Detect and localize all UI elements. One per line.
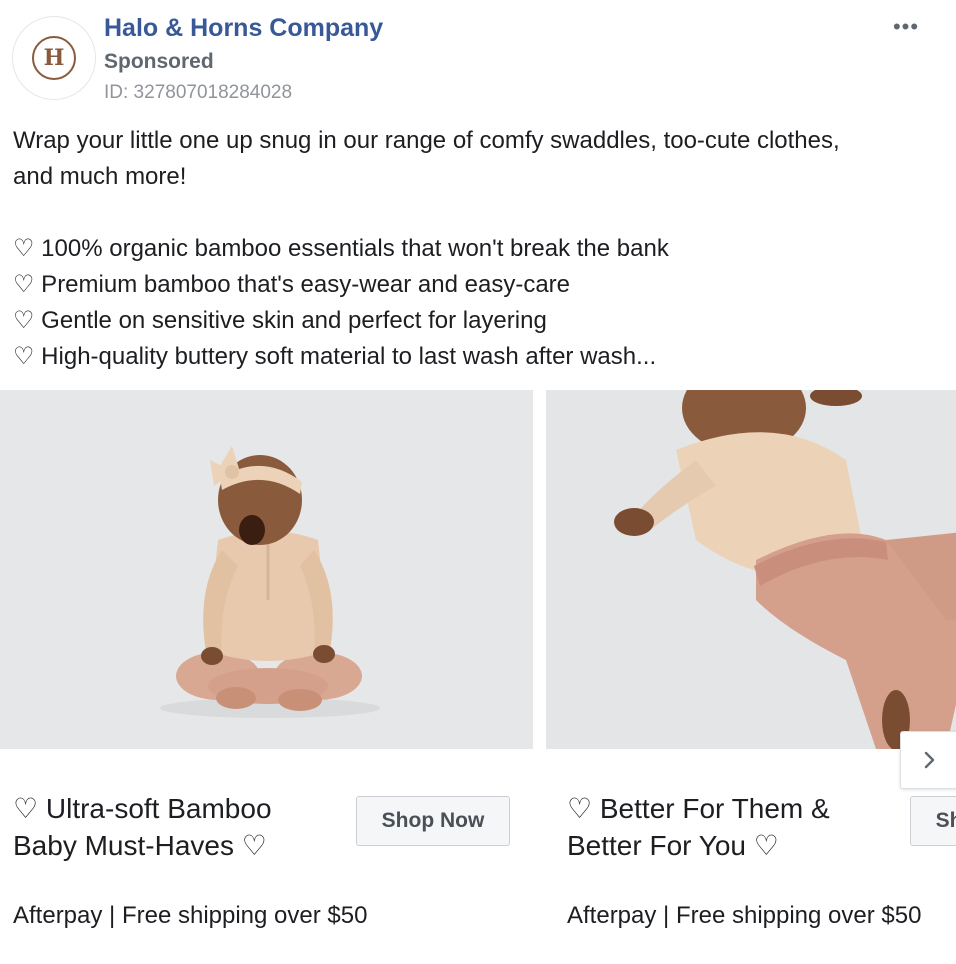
bullet-item: ♡ Premium bamboo that's easy-wear and ea… [13, 271, 571, 298]
card-headline-line: ♡ Ultra-soft Bamboo [13, 793, 272, 824]
bullet-item: ♡ 100% organic bamboo essentials that wo… [13, 235, 669, 262]
card-description: Afterpay | Free shipping over $50 [13, 902, 368, 929]
body-line: and much more! [13, 163, 187, 190]
card-description: Afterpay | Free shipping over $50 [567, 902, 922, 929]
bullet-item: ♡ Gentle on sensitive skin and perfect f… [13, 307, 547, 334]
card-headline-line: ♡ Better For Them & [567, 793, 830, 824]
page-avatar[interactable]: H [12, 16, 96, 100]
ad-id: ID: 327807018284028 [104, 82, 293, 103]
carousel-card[interactable]: ♡ Better For Them & Better For You ♡ Sho… [546, 390, 956, 964]
card-headline-line: Baby Must-Haves ♡ [13, 830, 267, 861]
halo-horns-logo-icon: H [32, 36, 76, 80]
more-options-icon[interactable]: ••• [888, 16, 924, 44]
body-line: Wrap your little one up snug in our rang… [13, 127, 840, 154]
product-photo-baby-crawling[interactable] [546, 390, 956, 749]
shop-now-button[interactable]: Shop Now [910, 796, 956, 846]
bullet-item: ♡ High-quality buttery soft material to … [13, 343, 657, 370]
card-headline[interactable]: ♡ Ultra-soft Bamboo Baby Must-Haves ♡ [13, 790, 333, 864]
chevron-right-icon [924, 751, 935, 769]
post-header: H Halo & Horns Company Sponsored ID: 327… [0, 0, 956, 110]
product-carousel: ♡ Ultra-soft Bamboo Baby Must-Haves ♡ Sh… [0, 390, 956, 964]
card-headline-line: Better For You ♡ [567, 830, 779, 861]
sponsored-label[interactable]: Sponsored [104, 50, 214, 74]
post-body-text: Wrap your little one up snug in our rang… [13, 123, 948, 375]
carousel-card[interactable]: ♡ Ultra-soft Bamboo Baby Must-Haves ♡ Sh… [0, 390, 533, 964]
card-headline[interactable]: ♡ Better For Them & Better For You ♡ [567, 790, 887, 864]
carousel-next-button[interactable] [900, 731, 956, 789]
product-photo-baby-sitting[interactable] [0, 390, 533, 749]
shop-now-button[interactable]: Shop Now [356, 796, 510, 846]
page-name-link[interactable]: Halo & Horns Company [104, 14, 383, 43]
